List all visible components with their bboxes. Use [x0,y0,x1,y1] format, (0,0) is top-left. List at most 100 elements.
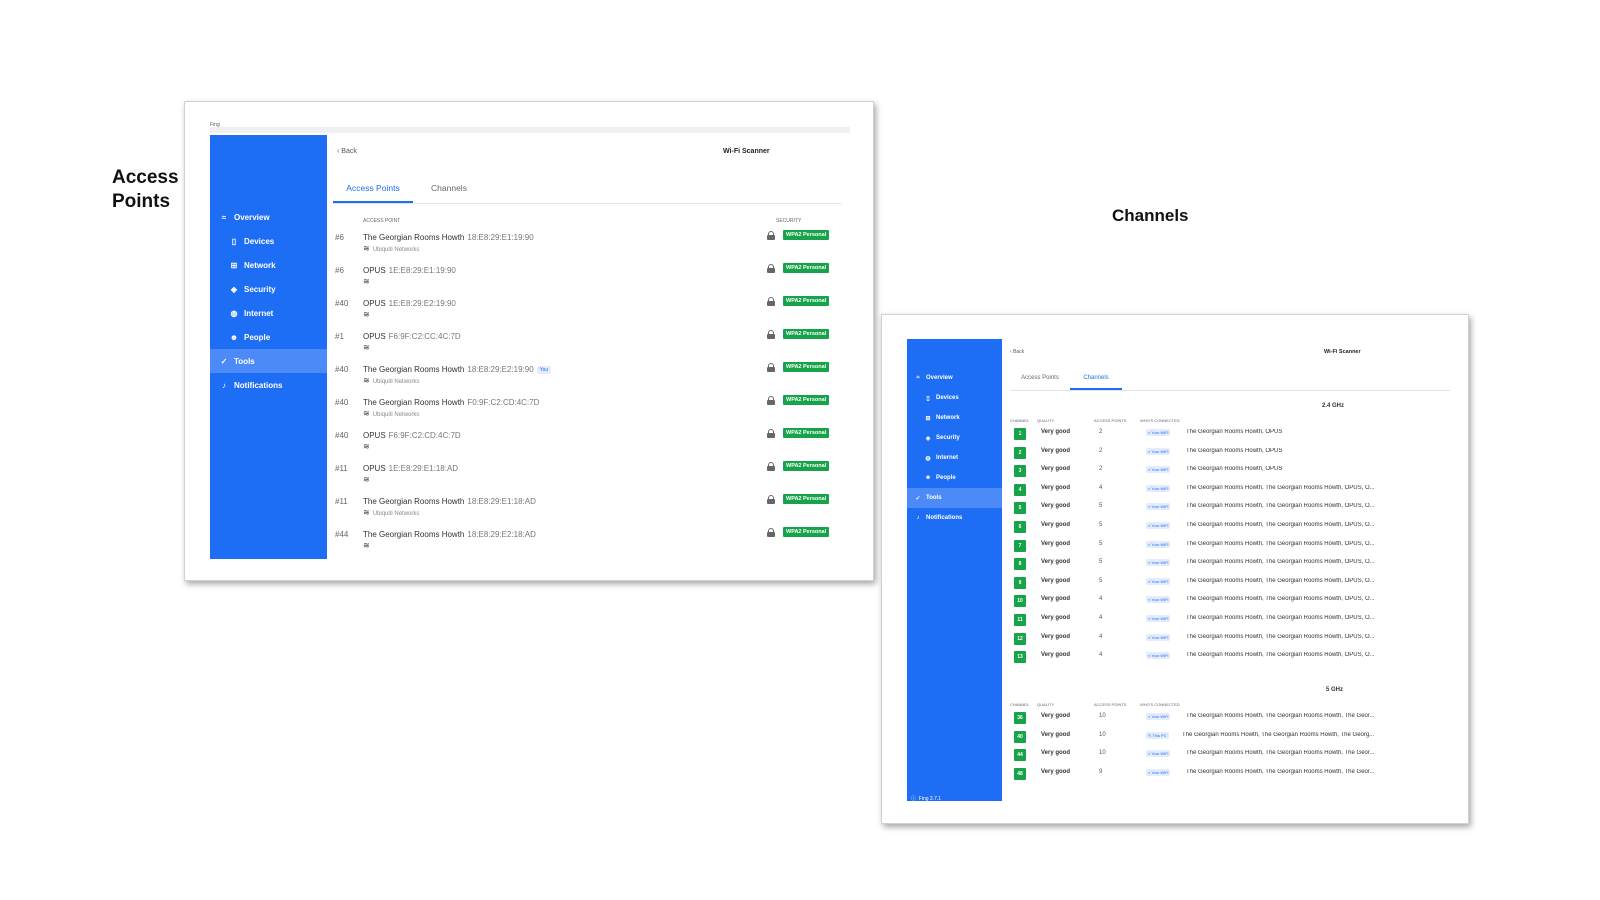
quality-header: QUALITY [1037,702,1055,707]
sidebar-item-people[interactable]: ☻ People [210,325,327,349]
channel-row[interactable]: 3 Very good 2 ≈ Your WiFi The Georgian Rooms… [1010,463,1450,482]
channel-row[interactable]: 1 Very good 2 ≈ Your WiFi The Georgian Rooms… [1010,426,1450,445]
sidebar-item-notifications[interactable]: ♪ Notifications [907,508,1002,528]
ssid: The Georgian Rooms Howth [363,233,465,242]
mac-address: 18:E8:29:E1:19:90 [467,233,534,242]
back-button[interactable]: ‹ Back [337,148,357,155]
security-header: SECURITY [776,218,802,224]
ssid: OPUS [363,431,386,440]
sidebar-item-overview[interactable]: ≈ Overview [210,205,327,229]
channel-number: #6 [335,233,344,242]
access-point-name: The Georgian Rooms Howth 18:E8:29:E1:18:A… [363,497,536,506]
your-wifi-tag: ≈ Your WiFi [1146,768,1171,776]
sidebar-item-label: Network [244,260,276,270]
channel-row[interactable]: 13 Very good 4 ≈ Your WiFi The Georgian Room… [1010,649,1450,668]
channel-number: #6 [335,266,344,275]
access-point-row[interactable]: #6 OPUS 1E:E8:29:E1:19:90 ≋ WPA2 Personal [331,263,841,296]
access-point-row[interactable]: #40 The Georgian Rooms Howth F0:9F:C2:CD:4… [331,395,841,428]
sidebar-item-security[interactable]: ◈ Security [907,428,1002,448]
access-point-row[interactable]: #6 The Georgian Rooms Howth 18:E8:29:E1:19… [331,230,841,263]
band-title: 5 GHz [1326,687,1344,693]
shield-icon: ◈ [230,284,238,294]
sidebar-item-label: Tools [234,356,255,366]
your-wifi-tag: ≈ Your WiFi [1146,429,1171,436]
globe-icon: ◍ [925,455,931,462]
tab-channels[interactable]: Channels [1070,367,1122,390]
your-wifi-tag: ≈ Your WiFi [1146,484,1171,492]
sidebar-item-network[interactable]: ⊞ Network [907,408,1002,428]
channel-row[interactable]: 4 Very good 4 ≈ Your WiFi The Georgian Rooms… [1010,482,1450,501]
access-point-count: 5 [1099,577,1103,584]
channel-row[interactable]: 8 Very good 5 ≈ Your WiFi The Georgian Rooms… [1010,556,1450,575]
sidebar-item-tools[interactable]: ✓ Tools [907,488,1002,508]
sidebar-item-tools[interactable]: ✓ Tools [210,349,327,373]
access-points-header: ACCESS POINTS [1094,702,1127,707]
connected-networks: The Georgian Rooms Howth, The Georgian R… [1186,615,1375,621]
sidebar-item-devices[interactable]: ▯ Devices [907,388,1002,408]
your-wifi-tag: ≈ Your WiFi [1146,559,1171,567]
sidebar-item-security[interactable]: ◈ Security [210,277,327,301]
access-point-row[interactable]: #1 OPUS F6:9F:C2:CC:4C:7D ≋ WPA2 Personal [331,329,841,362]
signal-line: ≋ Ubiquiti Networks [363,376,419,385]
channel-row[interactable]: 11 Very good 4 ≈ Your WiFi The Georgian Room… [1010,612,1450,631]
access-point-row[interactable]: #44 The Georgian Rooms Howth 18:E8:29:E2:1… [331,527,841,560]
sidebar-item-devices[interactable]: ▯ Devices [210,229,327,253]
sidebar-item-label: Overview [234,212,270,222]
sidebar-item-overview[interactable]: ≈ Overview [907,368,1002,388]
access-point-name: The Georgian Rooms Howth 18:E8:29:E2:19:9… [363,365,552,374]
back-button[interactable]: ‹ Back [1010,349,1024,355]
channel-row[interactable]: 12 Very good 4 ≈ Your WiFi The Georgian Room… [1010,631,1450,650]
you-badge: You [536,366,552,374]
sidebar-item-people[interactable]: ☻ People [907,468,1002,488]
wifi-signal-icon: ≋ [363,475,370,484]
access-point-row[interactable]: #40 The Georgian Rooms Howth 18:E8:29:E2:1… [331,362,841,395]
channel-number: #1 [335,332,344,341]
tab-access-points[interactable]: Access Points [1010,367,1070,390]
channel-row[interactable]: 48 Very good 9 ≈ Your WiFi The Georgian Room… [1010,766,1450,785]
sidebar-item-internet[interactable]: ◍ Internet [907,448,1002,468]
channel-row[interactable]: 6 Very good 5 ≈ Your WiFi The Georgian Rooms… [1010,519,1450,538]
channel-row[interactable]: 5 Very good 5 ≈ Your WiFi The Georgian Rooms… [1010,500,1450,519]
channel-row[interactable]: 36 Very good 10 ≈ Your WiFi The Georgian Roo… [1010,710,1450,729]
access-point-name: OPUS F6:9F:C2:CD:4C:7D [363,431,461,440]
connected-networks: The Georgian Rooms Howth, The Georgian R… [1186,713,1375,719]
lock-body [767,235,775,240]
access-point-row[interactable]: #11 OPUS 1E:E8:29:E1:18:AD ≋ WPA2 Personal [331,461,841,494]
sidebar-item-notifications[interactable]: ♪ Notifications [210,373,327,397]
version-footer: ⓘ Fing 3.7.1 [911,796,942,802]
access-point-header: ACCESS POINT [363,218,401,224]
sidebar-item-label: Security [936,435,960,441]
wifi-signal-icon: ≋ [363,442,370,451]
channel-number: #40 [335,398,349,407]
channel-badge: 11 [1014,614,1026,626]
version-label: Fing 3.7.1 [918,796,942,802]
sidebar-item-internet[interactable]: ◍ Internet [210,301,327,325]
channel-row[interactable]: 10 Very good 4 ≈ Your WiFi The Georgian Room… [1010,593,1450,612]
your-wifi-tag: ≈ Your WiFi [1146,540,1171,548]
security-badge: WPA2 Personal [783,527,830,537]
access-point-row[interactable]: #40 OPUS 1E:E8:29:E2:19:90 ≋ WPA2 Personal [331,296,841,329]
channel-row[interactable]: 40 Very good 10 ✎ This PC The Georgian Rooms… [1010,729,1450,748]
access-point-row[interactable]: #11 The Georgian Rooms Howth 18:E8:29:E1:1… [331,494,841,527]
access-point-row[interactable]: #40 OPUS F6:9F:C2:CD:4C:7D ≋ WPA2 Personal [331,428,841,461]
channel-row[interactable]: 44 Very good 10 ≈ Your WiFi The Georgian Roo… [1010,747,1450,766]
channel-badge: 3 [1014,465,1026,478]
wifi-signal-icon: ≋ [363,541,370,550]
tab-access-points[interactable]: Access Points [333,174,413,203]
lock-icon [767,264,775,273]
tab-bar: Access Points Channels [333,174,841,204]
channel-row[interactable]: 7 Very good 5 ≈ Your WiFi The Georgian Rooms… [1010,538,1450,557]
whos-connected-header: WHO'S CONNECTED [1140,418,1180,423]
check-circle-icon: ✓ [220,356,228,366]
vendor-name: Ubiquiti Networks [372,511,420,517]
mac-address: 18:E8:29:E1:18:AD [467,497,536,506]
sidebar-item-network[interactable]: ⊞ Network [210,253,327,277]
quality: Very good [1041,522,1071,528]
wifi-signal-icon: ≋ [363,277,370,286]
lock-icon [767,528,775,537]
ssid: OPUS [363,332,386,341]
wifi-signal-icon: ≋ [363,244,370,253]
tab-channels[interactable]: Channels [413,174,485,203]
channel-row[interactable]: 9 Very good 5 ≈ Your WiFi The Georgian Rooms… [1010,575,1450,594]
channel-row[interactable]: 2 Very good 2 ≈ Your WiFi The Georgian Rooms… [1010,445,1450,464]
